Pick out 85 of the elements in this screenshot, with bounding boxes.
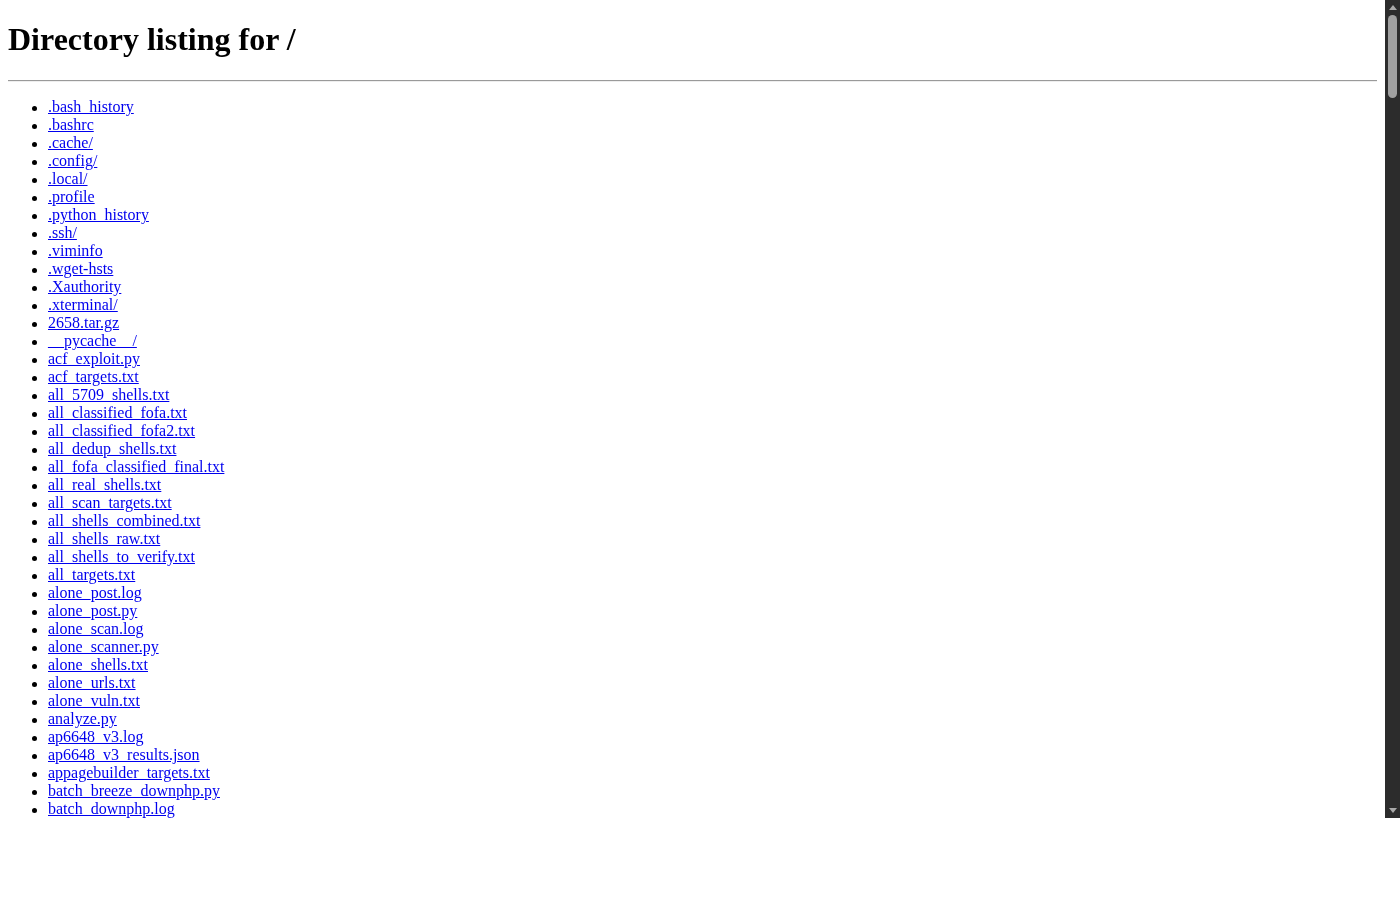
bullet-icon — [32, 105, 37, 111]
bullet-icon — [32, 645, 37, 651]
bullet-icon — [32, 681, 37, 687]
bullet-icon — [32, 429, 37, 435]
file-link[interactable]: .python_history — [48, 206, 149, 224]
file-link[interactable]: all_targets.txt — [48, 566, 136, 584]
bullet-icon — [32, 807, 37, 813]
file-link[interactable]: alone_scan.log — [48, 620, 144, 638]
scrollbar[interactable] — [1385, 0, 1400, 818]
up-arrow-icon[interactable] — [1388, 5, 1397, 10]
bullet-icon — [32, 501, 37, 507]
bullet-icon — [32, 141, 37, 147]
file-link[interactable]: all_5709_shells.txt — [48, 386, 170, 404]
bullet-icon — [32, 375, 37, 381]
file-link[interactable]: .wget-hsts — [48, 260, 114, 278]
file-link[interactable]: ap6648_v3_results.json — [48, 746, 200, 764]
bullet-icon — [32, 123, 37, 129]
file-link[interactable]: batch_downphp.log — [48, 800, 175, 818]
file-link[interactable]: .bashrc — [48, 116, 94, 134]
file-link[interactable]: 2658.tar.gz — [48, 314, 120, 332]
file-link[interactable]: all_dedup_shells.txt — [48, 440, 177, 458]
bullet-icon — [32, 249, 37, 255]
file-link[interactable]: acf_exploit.py — [48, 350, 140, 368]
bullet-icon — [32, 591, 37, 597]
file-link[interactable]: .viminfo — [48, 242, 103, 260]
bullet-icon — [32, 537, 37, 543]
bullet-icon — [32, 321, 37, 327]
file-link[interactable]: alone_scanner.py — [48, 638, 159, 656]
file-link[interactable]: appagebuilder_targets.txt — [48, 764, 210, 782]
file-link[interactable]: all_shells_to_verify.txt — [48, 548, 195, 566]
file-link[interactable]: .bash_history — [48, 98, 134, 116]
bullet-icon — [32, 663, 37, 669]
bullet-icon — [32, 231, 37, 237]
file-link[interactable]: alone_post.py — [48, 602, 138, 620]
file-link[interactable]: alone_post.log — [48, 584, 142, 602]
file-link[interactable]: alone_shells.txt — [48, 656, 148, 674]
bullet-icon — [32, 573, 37, 579]
file-link[interactable]: .config/ — [48, 152, 98, 170]
bullet-icon — [32, 213, 37, 219]
file-link[interactable]: .Xauthority — [48, 278, 122, 296]
file-link[interactable]: __pycache__/ — [48, 332, 137, 350]
scrollbar-thumb[interactable] — [1388, 15, 1397, 98]
bullet-icon — [32, 609, 37, 615]
file-link[interactable]: all_scan_targets.txt — [48, 494, 172, 512]
bullet-icon — [32, 699, 37, 705]
bullet-icon — [32, 519, 37, 525]
bullet-icon — [32, 627, 37, 633]
file-link[interactable]: alone_urls.txt — [48, 674, 136, 692]
file-link[interactable]: alone_vuln.txt — [48, 692, 140, 710]
file-link[interactable]: all_shells_combined.txt — [48, 512, 201, 530]
bullet-icon — [32, 717, 37, 723]
bullet-icon — [32, 285, 37, 291]
bullet-icon — [32, 195, 37, 201]
bullet-icon — [32, 267, 37, 273]
bullet-icon — [32, 393, 37, 399]
file-link[interactable]: batch_breeze_downphp.py — [48, 782, 220, 800]
file-link[interactable]: all_classified_fofa.txt — [48, 404, 188, 422]
file-link[interactable]: all_real_shells.txt — [48, 476, 162, 494]
file-link[interactable]: analyze.py — [48, 710, 117, 728]
bullet-icon — [32, 465, 37, 471]
bullet-icon — [32, 483, 37, 489]
file-link[interactable]: all_shells_raw.txt — [48, 530, 161, 548]
file-link[interactable]: acf_targets.txt — [48, 368, 139, 386]
down-arrow-icon[interactable] — [1388, 808, 1397, 813]
bullet-icon — [32, 177, 37, 183]
bullet-icon — [32, 447, 37, 453]
file-link[interactable]: .xterminal/ — [48, 296, 118, 314]
file-link[interactable]: .ssh/ — [48, 224, 77, 242]
file-link[interactable]: .cache/ — [48, 134, 93, 152]
file-link[interactable]: all_classified_fofa2.txt — [48, 422, 196, 440]
bullet-icon — [32, 303, 37, 309]
bullet-icon — [32, 357, 37, 363]
bullet-icon — [32, 411, 37, 417]
page-heading: Directory listing for / — [8, 21, 296, 58]
file-link[interactable]: all_fofa_classified_final.txt — [48, 458, 225, 476]
bullet-icon — [32, 735, 37, 741]
bullet-icon — [32, 339, 37, 345]
bullet-icon — [32, 555, 37, 561]
file-link[interactable]: .profile — [48, 188, 95, 206]
bullet-icon — [32, 159, 37, 165]
file-link[interactable]: ap6648_v3.log — [48, 728, 144, 746]
file-link[interactable]: .local/ — [48, 170, 88, 188]
bullet-icon — [32, 789, 37, 795]
bullet-icon — [32, 771, 37, 777]
bullet-icon — [32, 753, 37, 759]
